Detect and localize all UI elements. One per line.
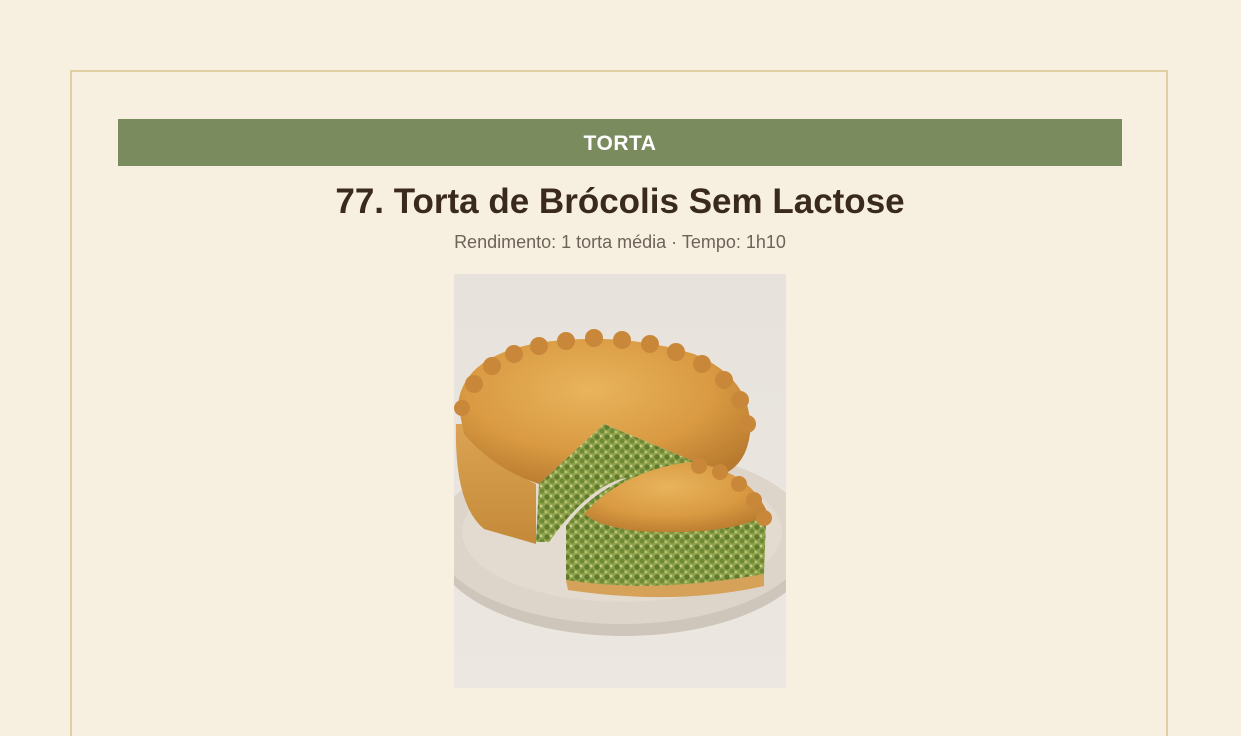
category-banner: TORTA: [118, 119, 1122, 166]
recipe-photo: [454, 274, 786, 688]
broccoli-pie-illustration: [454, 274, 786, 688]
recipe-title: 77. Torta de Brócolis Sem Lactose: [335, 182, 905, 221]
recipe-page: TORTA 77. Torta de Brócolis Sem Lactose …: [0, 0, 1241, 736]
category-label: TORTA: [583, 132, 657, 155]
recipe-card: TORTA 77. Torta de Brócolis Sem Lactose …: [70, 70, 1168, 736]
recipe-meta: Rendimento: 1 torta média · Tempo: 1h10: [454, 232, 786, 252]
